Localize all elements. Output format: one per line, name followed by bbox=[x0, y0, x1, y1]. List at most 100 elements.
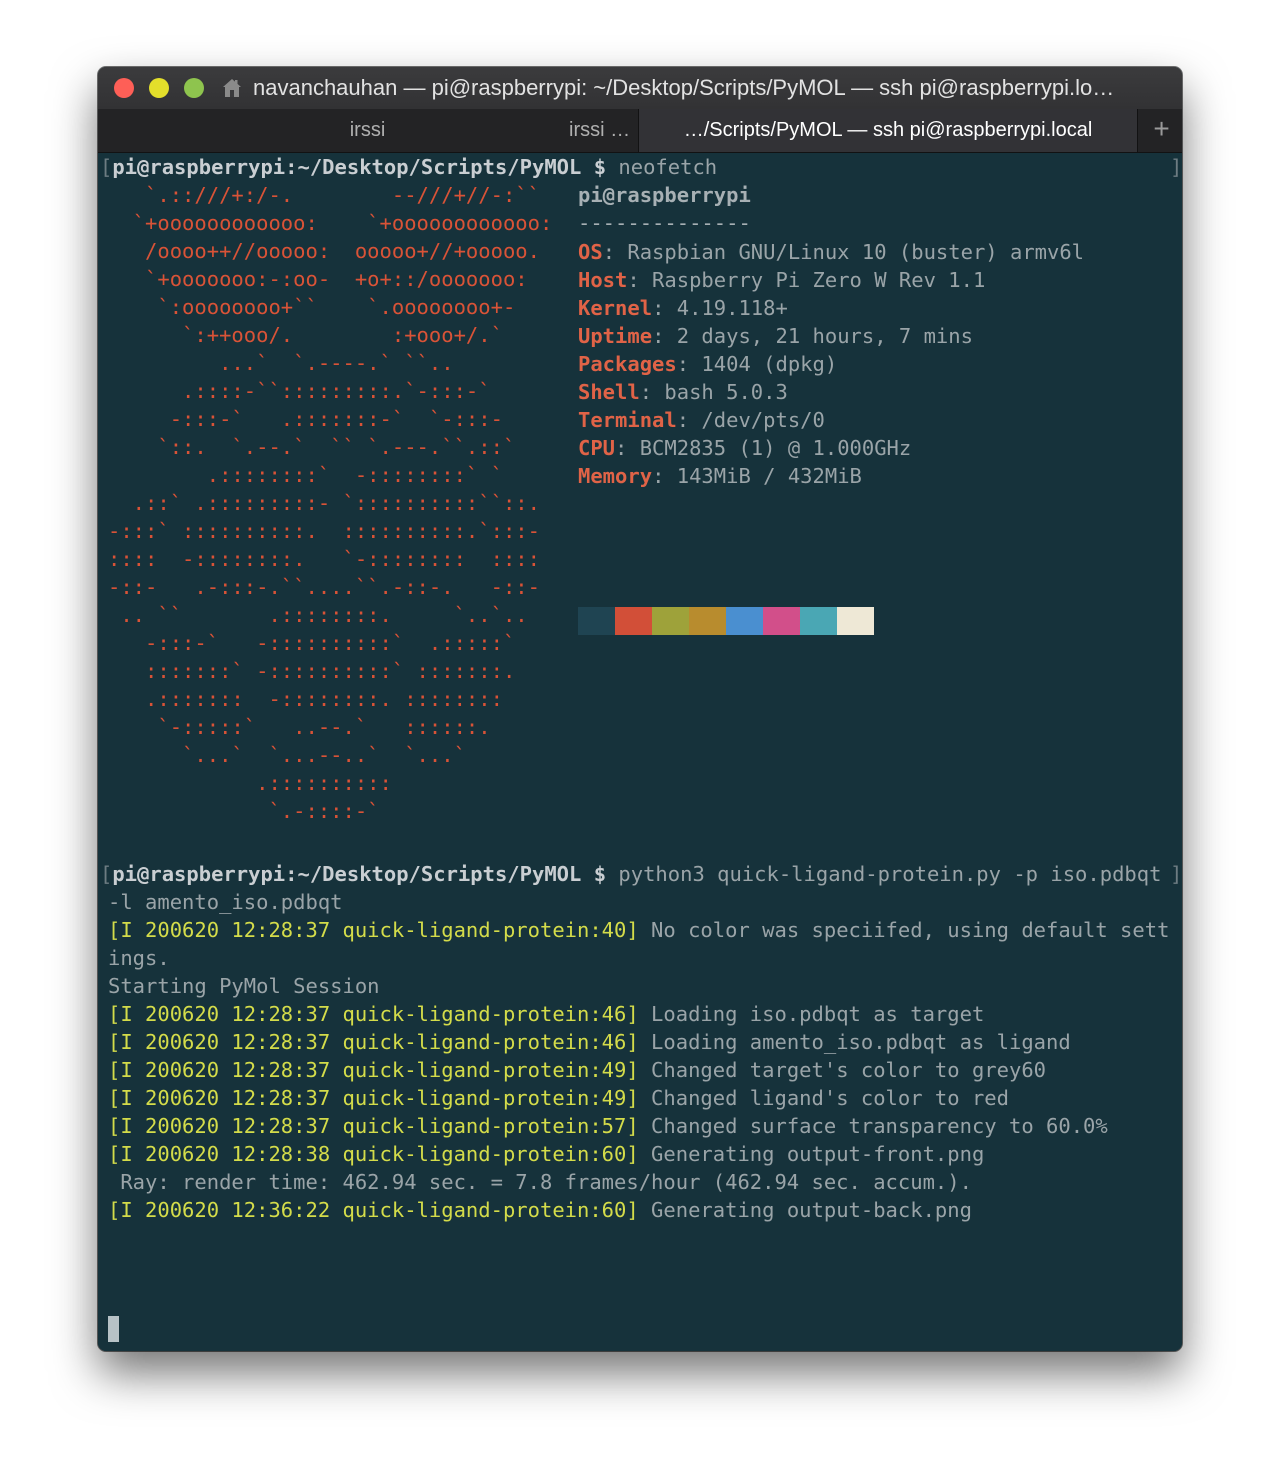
ascii-art-line: -:::` ::::::::::. ::::::::::.`:::- bbox=[108, 519, 540, 543]
home-folder-icon bbox=[223, 79, 241, 97]
color-swatch bbox=[763, 607, 800, 635]
output-line: ings. bbox=[108, 944, 170, 972]
color-swatch bbox=[800, 607, 837, 635]
tab-label: …/Scripts/PyMOL — ssh pi@raspberrypi.loc… bbox=[683, 119, 1093, 141]
output-line: [I 200620 12:28:37 quick-ligand-protein:… bbox=[108, 1084, 1009, 1112]
info-row: Memory: 143MiB / 432MiB bbox=[578, 462, 862, 490]
output-line: [I 200620 12:36:22 quick-ligand-protein:… bbox=[108, 1196, 972, 1224]
tab-label: irssi … bbox=[569, 119, 631, 141]
ascii-art-line: .::::::: -::::::::. :::::::: bbox=[108, 687, 503, 711]
ascii-art-line: .::` .:::::::::- `::::::::::``::. bbox=[108, 491, 540, 515]
tab-pymol-ssh[interactable]: …/Scripts/PyMOL — ssh pi@raspberrypi.loc… bbox=[638, 109, 1138, 152]
title-bar[interactable]: navanchauhan — pi@raspberrypi: ~/Desktop… bbox=[98, 67, 1182, 109]
ascii-art-line: .. `` .::::::::. `..`.. bbox=[108, 603, 528, 627]
output-line: [I 200620 12:28:37 quick-ligand-protein:… bbox=[108, 1056, 1046, 1084]
new-tab-button[interactable]: + bbox=[1141, 109, 1182, 152]
log-message: No color was speciifed, using default se… bbox=[638, 918, 1170, 942]
ascii-art-line: `:oooooooo+`` `.oooooooo+- bbox=[108, 295, 516, 319]
terminal-content[interactable]: [pi@raspberrypi:~/Desktop/Scripts/PyMOL … bbox=[98, 153, 1182, 1351]
tab-label: irssi bbox=[349, 119, 386, 141]
ascii-art-line: `+oooooooooooo: `+oooooooooooo: bbox=[108, 211, 553, 235]
ascii-art-line: :::::::` -::::::::::` :::::::. bbox=[108, 659, 516, 683]
prompt-bracket: [ bbox=[100, 862, 113, 886]
prompt-dollar: $ bbox=[581, 155, 619, 179]
zoom-button[interactable] bbox=[184, 78, 204, 98]
log-tag: [I 200620 12:28:37 quick-ligand-protein:… bbox=[108, 1058, 639, 1082]
log-tag: [I 200620 12:28:37 quick-ligand-protein:… bbox=[108, 1030, 639, 1054]
ascii-art-line: `:++ooo/. :+ooo+/.` bbox=[108, 323, 503, 347]
log-message: Loading amento_iso.pdbqt as ligand bbox=[638, 1030, 1071, 1054]
log-tag: [I 200620 12:36:22 quick-ligand-protein:… bbox=[108, 1198, 639, 1222]
info-row: Shell: bash 5.0.3 bbox=[578, 378, 788, 406]
log-tag: [I 200620 12:28:37 quick-ligand-protein:… bbox=[108, 1086, 639, 1110]
log-message: Generating output-back.png bbox=[638, 1198, 972, 1222]
terminal-window: navanchauhan — pi@raspberrypi: ~/Desktop… bbox=[98, 67, 1182, 1351]
tab-bar: irssi irssi … …/Scripts/PyMOL — ssh pi@r… bbox=[98, 109, 1182, 153]
color-swatch bbox=[615, 607, 652, 635]
info-row: Terminal: /dev/pts/0 bbox=[578, 406, 825, 434]
log-message: Generating output-front.png bbox=[638, 1142, 985, 1166]
info-value: : bash 5.0.3 bbox=[639, 380, 788, 404]
ascii-art-line: -:::-` .:::::::-` `-:::- bbox=[108, 407, 503, 431]
info-value: : Raspberry Pi Zero W Rev 1.1 bbox=[627, 268, 986, 292]
command-continuation: -l amento_iso.pdbqt bbox=[108, 890, 343, 914]
prompt-line: [pi@raspberrypi:~/Desktop/Scripts/PyMOL … bbox=[100, 153, 717, 181]
command-text: neofetch bbox=[618, 155, 718, 179]
info-row: Host: Raspberry Pi Zero W Rev 1.1 bbox=[578, 266, 985, 294]
ascii-art-line: `.::///+:/-. --///+//-:`` bbox=[108, 183, 540, 207]
info-value: : 143MiB / 432MiB bbox=[652, 464, 862, 488]
info-row: OS: Raspbian GNU/Linux 10 (buster) armv6… bbox=[578, 238, 1084, 266]
log-tag: [I 200620 12:28:38 quick-ligand-protein:… bbox=[108, 1142, 639, 1166]
log-message: Changed surface transparency to 60.0% bbox=[638, 1114, 1108, 1138]
info-row: Kernel: 4.19.118+ bbox=[578, 294, 788, 322]
info-key: Host bbox=[578, 268, 628, 292]
color-swatch bbox=[689, 607, 726, 635]
color-swatch bbox=[578, 607, 615, 635]
right-bracket: ] bbox=[1170, 155, 1182, 179]
info-value: : BCM2835 (1) @ 1.000GHz bbox=[615, 436, 912, 460]
info-row: Packages: 1404 (dpkg) bbox=[578, 350, 837, 378]
prompt-host: pi@raspberrypi bbox=[112, 155, 286, 179]
info-value: : /dev/pts/0 bbox=[676, 408, 825, 432]
prompt-line: [pi@raspberrypi:~/Desktop/Scripts/PyMOL … bbox=[100, 860, 1161, 888]
log-message: Loading iso.pdbqt as target bbox=[638, 1002, 985, 1026]
output-line: [I 200620 12:28:37 quick-ligand-protein:… bbox=[108, 1028, 1071, 1056]
ascii-art-line: .:::::::::: bbox=[108, 771, 392, 795]
ascii-art-line: .::::::::` -::::::::` ` bbox=[108, 463, 503, 487]
close-button[interactable] bbox=[114, 78, 134, 98]
info-key: OS bbox=[578, 240, 603, 264]
ascii-art-line: `-:::::` ..--.` ::::::. bbox=[108, 715, 491, 739]
ascii-art-line: `+ooooooo:-:oo- +o+::/ooooooo: bbox=[108, 267, 528, 291]
ascii-art-line: -:::-` -::::::::::` .:::::` bbox=[108, 631, 516, 655]
info-key: Memory bbox=[578, 464, 653, 488]
log-message: Changed target's color to grey60 bbox=[638, 1058, 1047, 1082]
output-line: [I 200620 12:28:37 quick-ligand-protein:… bbox=[108, 1000, 984, 1028]
info-key: Shell bbox=[578, 380, 640, 404]
info-value: : Raspbian GNU/Linux 10 (buster) armv6l bbox=[602, 240, 1085, 264]
info-row: Uptime: 2 days, 21 hours, 7 mins bbox=[578, 322, 973, 350]
text-cursor bbox=[108, 1316, 119, 1342]
ascii-art-line: `.-::::-` bbox=[108, 799, 380, 823]
output-line: [I 200620 12:28:37 quick-ligand-protein:… bbox=[108, 916, 1169, 944]
ascii-art-line: :::: -::::::::. `-:::::::: :::: bbox=[108, 547, 540, 571]
info-value: : 1404 (dpkg) bbox=[676, 352, 838, 376]
info-value: : 2 days, 21 hours, 7 mins bbox=[652, 324, 973, 348]
ascii-art-line: -::- .-:::-.``....``.-::-. -::- bbox=[108, 575, 540, 599]
info-user-text: pi@raspberrypi bbox=[578, 183, 751, 207]
output-line: Starting PyMol Session bbox=[108, 972, 380, 1000]
info-row: CPU: BCM2835 (1) @ 1.000GHz bbox=[578, 434, 911, 462]
minimize-button[interactable] bbox=[149, 78, 169, 98]
right-bracket: ] bbox=[1170, 862, 1182, 886]
info-value: : 4.19.118+ bbox=[652, 296, 788, 320]
ascii-art-line: `::. `.--.` `` `.---.``.::` bbox=[108, 435, 516, 459]
log-message: Starting PyMol Session bbox=[108, 974, 380, 998]
ascii-art-line: .::::-``:::::::::.`-:::-` bbox=[108, 379, 491, 403]
log-tag: [I 200620 12:28:37 quick-ligand-protein:… bbox=[108, 918, 639, 942]
ascii-art-line: /oooo++//ooooo: ooooo+//+ooooo. bbox=[108, 239, 540, 263]
prompt-bracket: [ bbox=[100, 155, 113, 179]
window-title: navanchauhan — pi@raspberrypi: ~/Desktop… bbox=[253, 75, 1115, 100]
info-key: Packages bbox=[578, 352, 677, 376]
output-line: [I 200620 12:28:38 quick-ligand-protein:… bbox=[108, 1140, 984, 1168]
output-line: Ray: render time: 462.94 sec. = 7.8 fram… bbox=[108, 1168, 972, 1196]
ascii-art-line: ...` `.----.` ``.. bbox=[108, 351, 454, 375]
